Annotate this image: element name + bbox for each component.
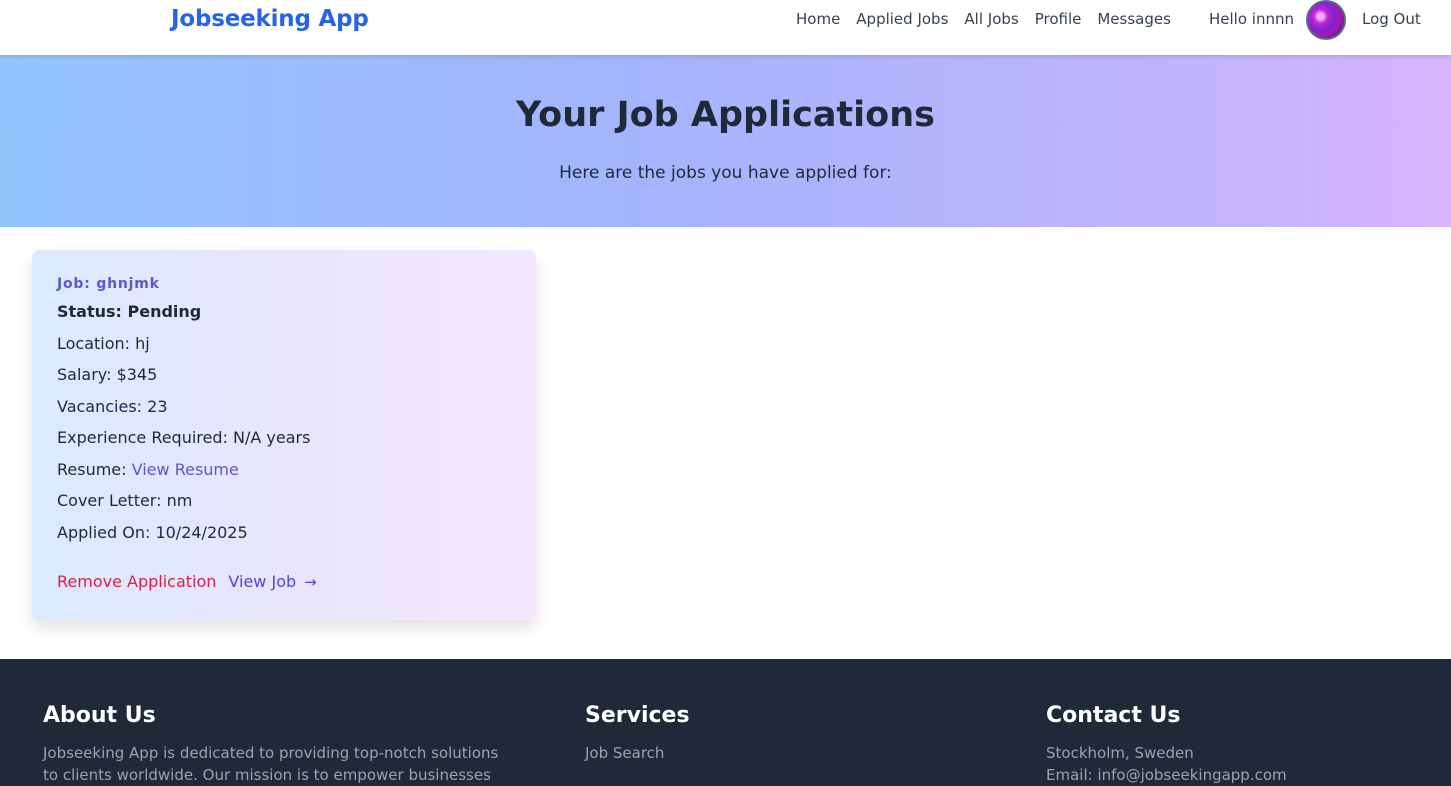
job-experience: Experience Required: N/A years	[57, 428, 311, 447]
view-resume-link[interactable]: View Resume	[132, 460, 239, 479]
nav-home[interactable]: Home	[796, 10, 840, 28]
footer-email[interactable]: Email: info@jobseekingapp.com	[1046, 764, 1426, 786]
application-status: Status: Pending	[57, 302, 202, 321]
footer-about: About Us Jobseeking App is dedicated to …	[43, 703, 513, 786]
user-greeting: Hello innnn	[1209, 10, 1294, 28]
nav-links: Home Applied Jobs All Jobs Profile Messa…	[796, 10, 1171, 28]
logout-button[interactable]: Log Out	[1362, 10, 1421, 28]
job-title: Job: ghnjmk	[57, 276, 160, 292]
avatar[interactable]	[1306, 0, 1346, 40]
resume-label: Resume:	[57, 459, 127, 479]
top-navbar: Jobseeking App Home Applied Jobs All Job…	[0, 0, 1451, 55]
footer-services-heading: Services	[585, 703, 690, 728]
hero-banner: Your Job Applications Here are the jobs …	[0, 55, 1451, 227]
card-actions: Remove Application View Job →	[57, 572, 317, 591]
nav-all-jobs[interactable]: All Jobs	[964, 10, 1018, 28]
arrow-right-icon: →	[304, 572, 317, 591]
brand-logo[interactable]: Jobseeking App	[171, 6, 369, 32]
footer-services: Services Job Search	[585, 703, 885, 764]
nav-messages[interactable]: Messages	[1097, 10, 1171, 28]
view-job-link[interactable]: View Job →	[228, 572, 316, 591]
cover-letter: Cover Letter: nm	[57, 491, 193, 510]
application-card: Job: ghnjmk Status: Pending Location: hj…	[32, 250, 536, 620]
footer-contact-heading: Contact Us	[1046, 703, 1181, 728]
page-subtitle: Here are the jobs you have applied for:	[559, 163, 892, 183]
page-title: Your Job Applications	[516, 95, 935, 135]
nav-profile[interactable]: Profile	[1035, 10, 1082, 28]
job-vacancies: Vacancies: 23	[57, 396, 168, 416]
footer-contact: Contact Us Stockholm, Sweden Email: info…	[1046, 703, 1426, 786]
job-location: Location: hj	[57, 333, 150, 353]
job-salary: Salary: $345	[57, 365, 158, 384]
footer-service-item[interactable]: Job Search	[585, 742, 885, 764]
applied-on: Applied On: 10/24/2025	[57, 522, 248, 542]
footer-address: Stockholm, Sweden	[1046, 744, 1194, 762]
footer-about-text: Jobseeking App is dedicated to providing…	[43, 744, 499, 784]
nav-applied-jobs[interactable]: Applied Jobs	[856, 10, 948, 28]
resume-row: Resume: View Resume	[57, 459, 511, 491]
footer-about-heading: About Us	[43, 703, 156, 728]
view-job-label: View Job	[228, 572, 297, 591]
footer: About Us Jobseeking App is dedicated to …	[0, 659, 1451, 786]
remove-application-button[interactable]: Remove Application	[57, 572, 216, 591]
